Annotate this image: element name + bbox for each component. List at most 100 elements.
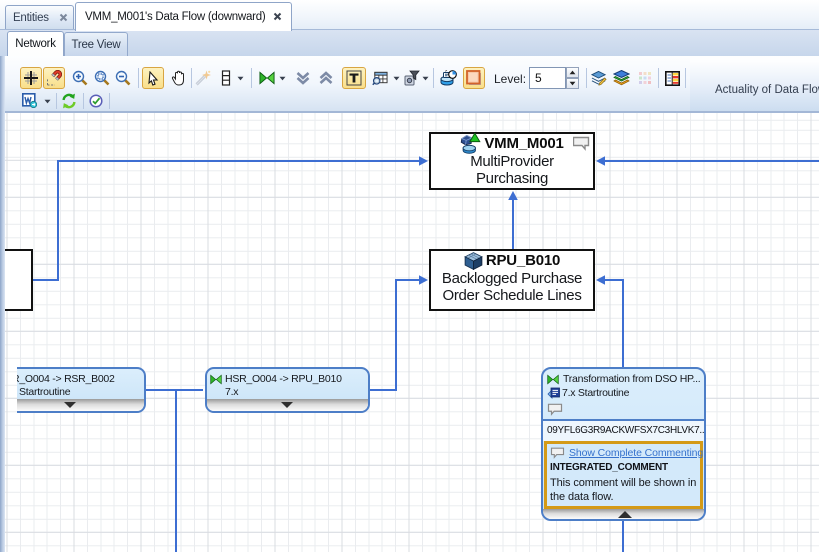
hash-band: 09YFL6G3R9ACKWFSX7C3HLVK7... — [543, 420, 704, 441]
filter-dropdown-icon[interactable] — [422, 76, 429, 81]
node-rpu-b010[interactable]: RPU_B010 Backlogged Purchase Order Sched… — [429, 249, 595, 311]
magic-wand-icon — [195, 70, 211, 86]
expand-triangle-icon[interactable] — [618, 511, 632, 518]
toolbar-separator — [586, 68, 587, 88]
collapse-all-button[interactable] — [295, 70, 311, 86]
tab-tree-view-label: Tree View — [71, 38, 121, 51]
show-text-button[interactable] — [342, 67, 366, 89]
double-chevron-down-icon — [296, 72, 310, 85]
startroutine-icon — [547, 387, 560, 399]
background-color-button[interactable] — [463, 67, 485, 89]
arrowhead-into-vmm-bottom — [508, 191, 518, 200]
transformation-hsr-subtitle: 7.x — [225, 385, 239, 398]
layout-button[interactable] — [218, 70, 234, 86]
tab-data-flow-close-icon[interactable] — [273, 8, 282, 26]
table-search-button[interactable] — [372, 70, 388, 86]
arrowhead-into-rpu-right — [596, 275, 605, 285]
node-partial-infoprovider[interactable] — [5, 249, 33, 311]
connector-trright-to-rpu — [605, 279, 624, 367]
transformation-icon — [259, 71, 275, 85]
editor-tab-bar: Entities VMM_M001's Data Flow (downward) — [0, 0, 819, 31]
node-transformation-rsr[interactable]: R_O004 -> RSR_B002 Startroutine — [17, 367, 146, 413]
legend-button[interactable] — [665, 70, 680, 86]
tab-data-flow[interactable]: VMM_M001's Data Flow (downward) — [75, 2, 292, 31]
grid-snap-button[interactable] — [20, 67, 42, 89]
print-schedule-button[interactable] — [439, 69, 457, 86]
color-grid-icon — [639, 72, 651, 84]
table-search-dropdown-icon[interactable] — [393, 76, 400, 81]
magnet-snap-button[interactable] — [43, 67, 65, 89]
toolbar-separator — [191, 68, 192, 88]
print-schedule-icon — [440, 69, 457, 85]
table-search-icon — [372, 71, 388, 86]
level-down-button[interactable] — [566, 78, 579, 89]
zoom-out-button[interactable] — [115, 70, 131, 86]
arrowhead-into-vmm-right — [596, 156, 605, 166]
layers-button[interactable] — [613, 70, 630, 86]
comment-bubble-icon[interactable] — [572, 136, 591, 156]
legend-icon — [665, 70, 680, 86]
zoom-fit-icon — [94, 70, 110, 86]
pan-hand-icon — [171, 70, 184, 86]
double-chevron-up-icon — [319, 71, 333, 84]
transformation-icon — [547, 373, 559, 385]
level-input[interactable]: 5 — [529, 67, 566, 89]
comment-title: INTEGRATED_COMMENT — [550, 461, 668, 473]
filter-icon — [404, 70, 420, 86]
clock-check-button[interactable] — [89, 93, 103, 108]
tab-entities[interactable]: Entities — [5, 5, 74, 30]
background-color-icon — [466, 70, 481, 85]
comment-body-line1: This comment will be shown in — [550, 477, 697, 489]
node-rpu-line1: Backlogged Purchase — [441, 270, 583, 287]
filter-button[interactable] — [404, 70, 420, 86]
tab-tree-view[interactable]: Tree View — [64, 32, 128, 56]
zoom-fit-button[interactable] — [94, 70, 110, 86]
color-grid-button — [639, 70, 651, 86]
magnet-icon — [47, 70, 62, 86]
comment-bubble-icon — [550, 447, 565, 459]
transformation-dropdown-icon[interactable] — [279, 76, 286, 81]
level-up-button[interactable] — [566, 67, 579, 78]
node-vmm-line1: MultiProvider — [470, 153, 554, 170]
node-transformation-hsr-rpu[interactable]: HSR_O004 -> RPU_B010 7.x — [205, 367, 370, 413]
magic-wand-button — [195, 70, 211, 86]
data-flow-canvas[interactable]: VMM_M001 MultiProvider Purchasing RPU_B0… — [5, 113, 819, 552]
layers-edit-button[interactable] — [591, 70, 607, 86]
spinner-up-icon — [569, 70, 576, 75]
word-export-dropdown-icon[interactable] — [44, 99, 51, 104]
toolbar-separator — [251, 68, 252, 88]
tab-network-label: Network — [15, 38, 56, 50]
multiprovider-icon — [461, 133, 481, 154]
toolbar-separator — [83, 93, 84, 109]
layout-dropdown-icon[interactable] — [237, 76, 244, 81]
select-cursor-button[interactable] — [142, 67, 164, 89]
arrowhead-into-vmm-left — [419, 156, 428, 166]
zoom-in-button[interactable] — [72, 70, 88, 86]
layers-edit-icon — [591, 70, 607, 86]
show-complete-commenting-link[interactable]: Show Complete Commenting — [569, 447, 703, 459]
node-vmm-m001[interactable]: VMM_M001 MultiProvider Purchasing — [429, 132, 595, 190]
node-vmm-line2: Purchasing — [475, 170, 549, 187]
tab-entities-label: Entities — [13, 12, 49, 24]
layers-icon — [613, 70, 630, 86]
actuality-panel-header[interactable]: Actuality of Data Flow — [690, 57, 819, 111]
integrated-comment-box: Show Complete Commenting INTEGRATED_COMM… — [544, 441, 703, 509]
word-export-button[interactable] — [22, 93, 37, 108]
toolbar-separator — [658, 68, 659, 88]
comment-bubble-icon[interactable] — [547, 403, 563, 416]
tab-network[interactable]: Network — [7, 31, 64, 56]
level-value: 5 — [535, 71, 542, 85]
collapse-triangle-icon[interactable] — [281, 402, 293, 408]
transformation-dso-subtitle: 7.x Startroutine — [562, 386, 630, 399]
refresh-button[interactable] — [61, 93, 77, 108]
expand-all-button[interactable] — [318, 70, 334, 86]
pan-hand-button[interactable] — [170, 70, 186, 86]
collapse-triangle-icon[interactable] — [64, 402, 76, 408]
transformation-tool-button[interactable] — [259, 70, 275, 86]
level-label: Level: — [494, 72, 527, 86]
comment-body-line2: the data flow. — [550, 490, 614, 503]
infocube-icon — [463, 251, 483, 270]
actuality-panel-title: Actuality of Data Flow — [715, 84, 819, 96]
node-transformation-dso[interactable]: Transformation from DSO HP... 7.x Startr… — [541, 367, 706, 521]
tab-entities-close-icon[interactable] — [59, 9, 68, 27]
